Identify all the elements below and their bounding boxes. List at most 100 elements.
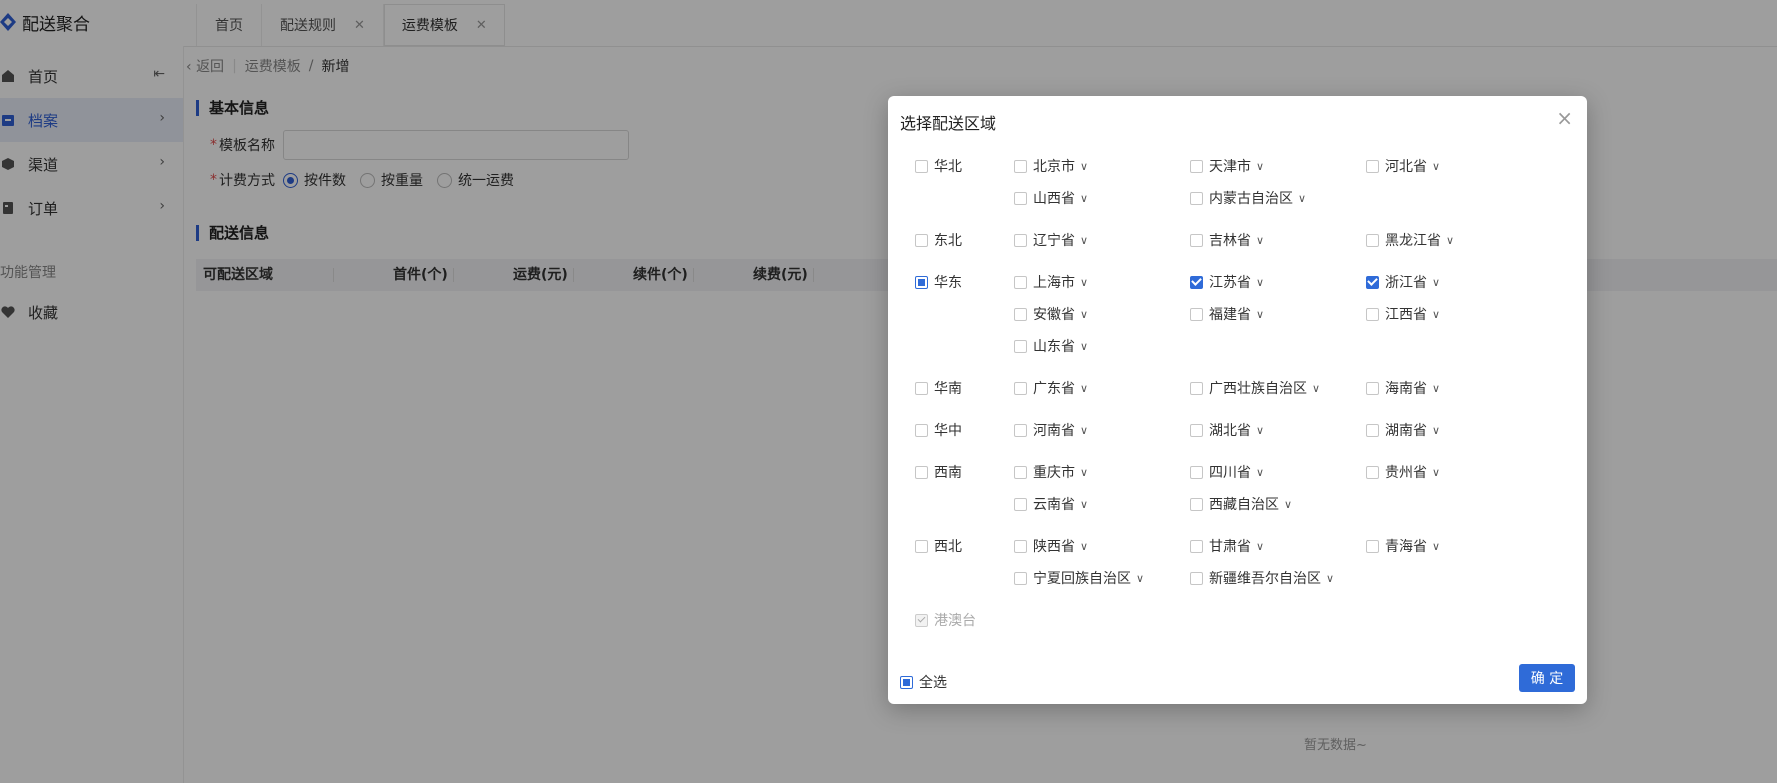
- province-checkbox[interactable]: 重庆市 ∨: [1014, 462, 1088, 482]
- checkbox[interactable]: [915, 423, 928, 437]
- province-checkbox[interactable]: 陕西省 ∨: [1014, 536, 1088, 556]
- province-checkbox[interactable]: 广西壮族自治区 ∨: [1190, 378, 1320, 398]
- chevron-down-icon[interactable]: ∨: [1432, 276, 1440, 289]
- checkbox[interactable]: [1190, 307, 1203, 321]
- checkbox[interactable]: [1014, 381, 1027, 395]
- chevron-down-icon[interactable]: ∨: [1312, 382, 1320, 395]
- chevron-down-icon[interactable]: ∨: [1080, 498, 1088, 511]
- province-checkbox[interactable]: 湖北省 ∨: [1190, 420, 1264, 440]
- chevron-down-icon[interactable]: ∨: [1432, 424, 1440, 437]
- chevron-down-icon[interactable]: ∨: [1256, 466, 1264, 479]
- region-checkbox[interactable]: 华东: [915, 272, 962, 292]
- checkbox[interactable]: [915, 381, 928, 395]
- checkbox[interactable]: [1366, 381, 1379, 395]
- province-checkbox[interactable]: 江西省 ∨: [1366, 304, 1440, 324]
- chevron-down-icon[interactable]: ∨: [1432, 466, 1440, 479]
- region-checkbox[interactable]: 华南: [915, 378, 962, 398]
- chevron-down-icon[interactable]: ∨: [1298, 192, 1306, 205]
- chevron-down-icon[interactable]: ∨: [1080, 234, 1088, 247]
- province-checkbox[interactable]: 山东省 ∨: [1014, 336, 1088, 356]
- province-checkbox[interactable]: 北京市 ∨: [1014, 156, 1088, 176]
- chevron-down-icon[interactable]: ∨: [1256, 424, 1264, 437]
- province-checkbox[interactable]: 浙江省 ∨: [1366, 272, 1440, 292]
- province-checkbox[interactable]: 河北省 ∨: [1366, 156, 1440, 176]
- province-checkbox[interactable]: 江苏省 ∨: [1190, 272, 1264, 292]
- province-checkbox[interactable]: 新疆维吾尔自治区 ∨: [1190, 568, 1334, 588]
- confirm-button[interactable]: 确 定: [1519, 664, 1575, 692]
- chevron-down-icon[interactable]: ∨: [1080, 276, 1088, 289]
- checkbox[interactable]: [1190, 233, 1203, 247]
- province-checkbox[interactable]: 宁夏回族自治区 ∨: [1014, 568, 1144, 588]
- checkbox[interactable]: [1014, 339, 1027, 353]
- chevron-down-icon[interactable]: ∨: [1256, 160, 1264, 173]
- checkbox[interactable]: [1366, 423, 1379, 437]
- checkbox[interactable]: [1190, 539, 1203, 553]
- region-checkbox[interactable]: 东北: [915, 230, 962, 250]
- checkbox[interactable]: [1366, 233, 1379, 247]
- checkbox[interactable]: [1190, 159, 1203, 173]
- checkbox[interactable]: [915, 539, 928, 553]
- checkbox[interactable]: [1014, 465, 1027, 479]
- region-checkbox[interactable]: 西南: [915, 462, 962, 482]
- region-checkbox[interactable]: 华北: [915, 156, 962, 176]
- region-checkbox[interactable]: 西北: [915, 536, 962, 556]
- province-checkbox[interactable]: 贵州省 ∨: [1366, 462, 1440, 482]
- checkbox[interactable]: [1014, 233, 1027, 247]
- province-checkbox[interactable]: 天津市 ∨: [1190, 156, 1264, 176]
- province-checkbox[interactable]: 广东省 ∨: [1014, 378, 1088, 398]
- checkbox[interactable]: [1190, 465, 1203, 479]
- checkbox[interactable]: [915, 233, 928, 247]
- province-checkbox[interactable]: 甘肃省 ∨: [1190, 536, 1264, 556]
- chevron-down-icon[interactable]: ∨: [1432, 308, 1440, 321]
- chevron-down-icon[interactable]: ∨: [1080, 160, 1088, 173]
- province-checkbox[interactable]: 西藏自治区 ∨: [1190, 494, 1292, 514]
- checkbox[interactable]: [1366, 465, 1379, 479]
- chevron-down-icon[interactable]: ∨: [1080, 192, 1088, 205]
- province-checkbox[interactable]: 黑龙江省 ∨: [1366, 230, 1454, 250]
- checkbox[interactable]: [1190, 497, 1203, 511]
- checkbox[interactable]: [1014, 159, 1027, 173]
- checkbox[interactable]: [915, 159, 928, 173]
- chevron-down-icon[interactable]: ∨: [1080, 308, 1088, 321]
- checkbox[interactable]: [1014, 275, 1027, 289]
- region-checkbox[interactable]: 华中: [915, 420, 962, 440]
- province-checkbox[interactable]: 吉林省 ∨: [1190, 230, 1264, 250]
- checkbox[interactable]: [1366, 159, 1379, 173]
- chevron-down-icon[interactable]: ∨: [1080, 382, 1088, 395]
- chevron-down-icon[interactable]: ∨: [1432, 382, 1440, 395]
- select-all-checkbox[interactable]: 全选: [900, 672, 947, 692]
- checkbox[interactable]: [1014, 571, 1027, 585]
- province-checkbox[interactable]: 云南省 ∨: [1014, 494, 1088, 514]
- chevron-down-icon[interactable]: ∨: [1284, 498, 1292, 511]
- province-checkbox[interactable]: 湖南省 ∨: [1366, 420, 1440, 440]
- chevron-down-icon[interactable]: ∨: [1080, 540, 1088, 553]
- chevron-down-icon[interactable]: ∨: [1326, 572, 1334, 585]
- chevron-down-icon[interactable]: ∨: [1432, 540, 1440, 553]
- checkbox[interactable]: [1014, 191, 1027, 205]
- checkbox[interactable]: [1366, 539, 1379, 553]
- province-checkbox[interactable]: 河南省 ∨: [1014, 420, 1088, 440]
- chevron-down-icon[interactable]: ∨: [1080, 466, 1088, 479]
- chevron-down-icon[interactable]: ∨: [1446, 234, 1454, 247]
- checkbox[interactable]: [1366, 307, 1379, 321]
- checkbox[interactable]: [915, 465, 928, 479]
- checkbox[interactable]: [1014, 307, 1027, 321]
- checkbox[interactable]: [1190, 381, 1203, 395]
- close-icon[interactable]: ×: [1556, 106, 1573, 130]
- province-checkbox[interactable]: 辽宁省 ∨: [1014, 230, 1088, 250]
- checkbox[interactable]: [900, 675, 913, 689]
- province-checkbox[interactable]: 山西省 ∨: [1014, 188, 1088, 208]
- province-checkbox[interactable]: 安徽省 ∨: [1014, 304, 1088, 324]
- province-checkbox[interactable]: 四川省 ∨: [1190, 462, 1264, 482]
- province-checkbox[interactable]: 内蒙古自治区 ∨: [1190, 188, 1306, 208]
- checkbox[interactable]: [1190, 571, 1203, 585]
- checkbox[interactable]: [1014, 539, 1027, 553]
- chevron-down-icon[interactable]: ∨: [1256, 276, 1264, 289]
- province-checkbox[interactable]: 上海市 ∨: [1014, 272, 1088, 292]
- province-checkbox[interactable]: 福建省 ∨: [1190, 304, 1264, 324]
- checkbox[interactable]: [1190, 191, 1203, 205]
- chevron-down-icon[interactable]: ∨: [1080, 340, 1088, 353]
- province-checkbox[interactable]: 青海省 ∨: [1366, 536, 1440, 556]
- checkbox[interactable]: [1366, 275, 1379, 289]
- checkbox[interactable]: [1014, 497, 1027, 511]
